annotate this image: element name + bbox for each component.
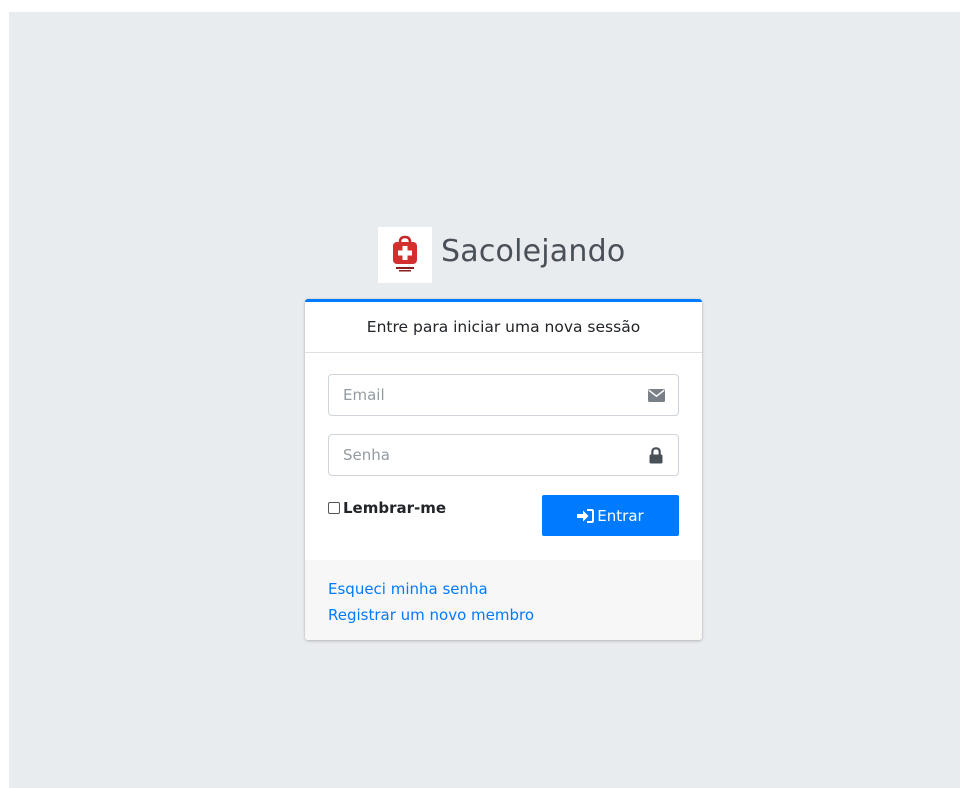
brand-name[interactable]: Sacolejando — [441, 234, 625, 269]
entrar-label: Entrar — [597, 506, 644, 525]
brand: Sacolejando — [378, 227, 625, 283]
login-card: Entre para iniciar uma nova sessão Email… — [305, 299, 702, 640]
register-link[interactable]: Registrar um novo membro — [328, 602, 702, 628]
first-aid-bag-icon — [393, 235, 417, 272]
forgot-password-link[interactable]: Esqueci minha senha — [328, 576, 702, 602]
password-field — [328, 434, 679, 476]
email-field — [328, 374, 679, 416]
login-box-message: Entre para iniciar uma nova sessão — [305, 302, 702, 353]
remember-label: Lembrar-me — [343, 499, 447, 517]
envelope-icon — [647, 387, 665, 403]
entrar-button[interactable]: Entrar — [542, 495, 679, 536]
lock-icon — [647, 446, 665, 463]
login-page: Sacolejando Entre para iniciar uma nova … — [9, 12, 960, 788]
brand-logo — [378, 227, 432, 283]
password-input[interactable] — [329, 435, 629, 475]
login-footer: Esqueci minha senha Registrar um novo me… — [305, 560, 702, 640]
email-input[interactable] — [329, 375, 629, 415]
login-form: Lembrar-me Entrar — [305, 353, 702, 557]
remember-me[interactable]: Lembrar-me — [328, 499, 446, 517]
sign-in-icon — [577, 508, 595, 523]
remember-checkbox[interactable] — [328, 502, 340, 514]
